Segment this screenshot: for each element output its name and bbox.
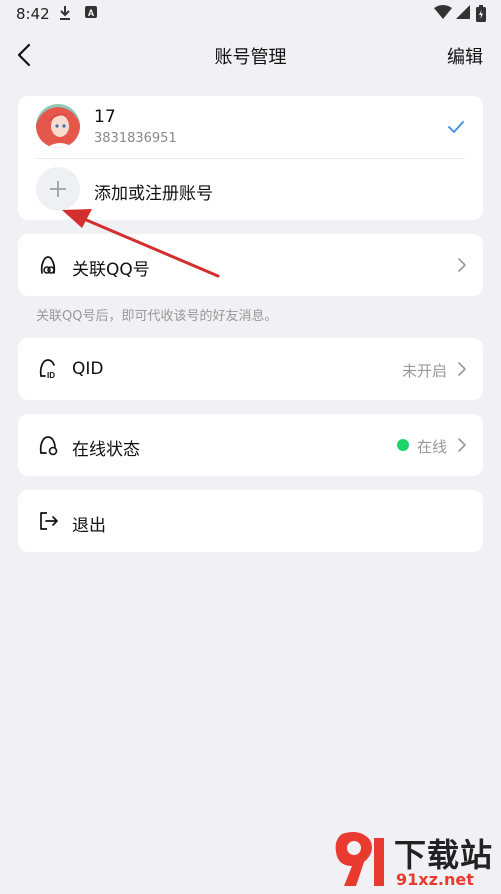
watermark-url: 91xz.net (396, 870, 474, 889)
watermark: 下载站 91xz.net (330, 828, 500, 894)
annotation-arrow (62, 209, 220, 278)
